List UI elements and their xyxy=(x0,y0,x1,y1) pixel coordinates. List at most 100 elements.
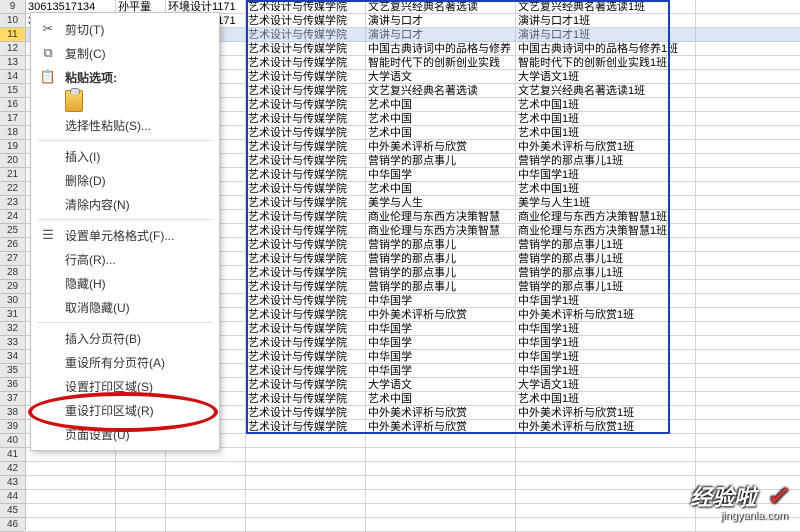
cell[interactable]: 艺术中国1班 xyxy=(516,182,696,196)
cell[interactable]: 中华国学 xyxy=(366,322,516,336)
cell[interactable] xyxy=(246,434,366,448)
cell[interactable]: 文艺复兴经典名著选读 xyxy=(366,0,516,14)
table-row[interactable] xyxy=(26,504,800,518)
cell[interactable]: 大学语文 xyxy=(366,70,516,84)
cell[interactable]: 演讲与口才 xyxy=(366,28,516,42)
cell[interactable]: 艺术中国1班 xyxy=(516,126,696,140)
cell[interactable] xyxy=(516,434,696,448)
cell[interactable]: 中华国学 xyxy=(366,336,516,350)
cell[interactable]: 营销学的那点事儿1班 xyxy=(516,154,696,168)
cell[interactable]: 中华国学1班 xyxy=(516,336,696,350)
row-header[interactable]: 33 xyxy=(0,336,25,350)
cell[interactable] xyxy=(116,504,166,518)
cell[interactable] xyxy=(516,490,696,504)
ctx-unhide[interactable]: 取消隐藏(U) xyxy=(31,295,219,319)
cell[interactable]: 中华国学1班 xyxy=(516,294,696,308)
row-header[interactable]: 39 xyxy=(0,420,25,434)
ctx-format-cells[interactable]: ☰ 设置单元格格式(F)... xyxy=(31,223,219,247)
row-header[interactable]: 25 xyxy=(0,224,25,238)
row-header[interactable]: 35 xyxy=(0,364,25,378)
cell[interactable]: 智能时代下的创新创业实践 xyxy=(366,56,516,70)
row-header[interactable]: 40 xyxy=(0,434,25,448)
row-header[interactable]: 31 xyxy=(0,308,25,322)
ctx-row-height[interactable]: 行高(R)... xyxy=(31,247,219,271)
cell[interactable]: 营销学的那点事儿1班 xyxy=(516,266,696,280)
ctx-paste-options[interactable]: 📋 粘贴选项: xyxy=(31,65,219,89)
row-header[interactable]: 42 xyxy=(0,462,25,476)
row-header[interactable]: 41 xyxy=(0,448,25,462)
cell[interactable]: 艺术设计与传媒学院 xyxy=(246,28,366,42)
row-header[interactable]: 43 xyxy=(0,476,25,490)
cell[interactable]: 艺术设计与传媒学院 xyxy=(246,266,366,280)
cell[interactable] xyxy=(366,490,516,504)
cell[interactable]: 中华国学1班 xyxy=(516,168,696,182)
cell[interactable] xyxy=(246,462,366,476)
row-header[interactable]: 36 xyxy=(0,378,25,392)
ctx-copy[interactable]: ⧉ 复制(C) xyxy=(31,41,219,65)
ctx-set-print-area[interactable]: 设置打印区域(S) xyxy=(31,374,219,398)
cell[interactable] xyxy=(366,504,516,518)
ctx-paste-special[interactable]: 选择性粘贴(S)... xyxy=(31,113,219,137)
cell[interactable]: 中外美术评析与欣赏1班 xyxy=(516,140,696,154)
ctx-reset-breaks[interactable]: 重设所有分页符(A) xyxy=(31,350,219,374)
cell[interactable]: 艺术设计与传媒学院 xyxy=(246,196,366,210)
row-header[interactable]: 28 xyxy=(0,266,25,280)
cell[interactable]: 中华国学 xyxy=(366,364,516,378)
cell[interactable]: 艺术设计与传媒学院 xyxy=(246,56,366,70)
cell[interactable]: 中国古典诗词中的品格与修养 xyxy=(366,42,516,56)
ctx-insert-page-break[interactable]: 插入分页符(B) xyxy=(31,326,219,350)
cell[interactable]: 艺术中国 xyxy=(366,98,516,112)
cell[interactable]: 营销学的那点事儿 xyxy=(366,154,516,168)
cell[interactable]: 智能时代下的创新创业实践1班 xyxy=(516,56,696,70)
cell[interactable]: 大学语文1班 xyxy=(516,70,696,84)
row-header[interactable]: 19 xyxy=(0,140,25,154)
cell[interactable] xyxy=(26,462,116,476)
table-row[interactable] xyxy=(26,462,800,476)
cell[interactable]: 艺术设计与传媒学院 xyxy=(246,392,366,406)
cell[interactable] xyxy=(516,448,696,462)
cell[interactable] xyxy=(166,462,246,476)
cell[interactable]: 艺术中国 xyxy=(366,182,516,196)
cell[interactable]: 艺术中国1班 xyxy=(516,392,696,406)
cell[interactable]: 艺术设计与传媒学院 xyxy=(246,350,366,364)
cell[interactable]: 艺术设计与传媒学院 xyxy=(246,112,366,126)
row-header[interactable]: 11 xyxy=(0,28,25,42)
row-header[interactable]: 38 xyxy=(0,406,25,420)
cell[interactable]: 艺术设计与传媒学院 xyxy=(246,280,366,294)
cell[interactable] xyxy=(116,490,166,504)
row-header[interactable]: 45 xyxy=(0,504,25,518)
cell[interactable]: 文艺复兴经典名著选读 xyxy=(366,84,516,98)
cell[interactable]: 商业伦理与东西方决策智慧1班 xyxy=(516,224,696,238)
cell[interactable]: 文艺复兴经典名著选读1班 xyxy=(516,0,696,14)
cell[interactable]: 艺术设计与传媒学院 xyxy=(246,322,366,336)
cell[interactable]: 中华国学 xyxy=(366,350,516,364)
cell[interactable] xyxy=(366,462,516,476)
cell[interactable]: 艺术设计与传媒学院 xyxy=(246,224,366,238)
cell[interactable] xyxy=(246,490,366,504)
cell[interactable]: 艺术中国1班 xyxy=(516,112,696,126)
ctx-delete[interactable]: 删除(D) xyxy=(31,168,219,192)
cell[interactable]: 艺术设计与传媒学院 xyxy=(246,98,366,112)
cell[interactable] xyxy=(516,504,696,518)
cell[interactable]: 中外美术评析与欣赏 xyxy=(366,308,516,322)
cell[interactable] xyxy=(366,448,516,462)
cell[interactable] xyxy=(166,504,246,518)
cell[interactable]: 商业伦理与东西方决策智慧 xyxy=(366,210,516,224)
cell[interactable]: 商业伦理与东西方决策智慧1班 xyxy=(516,210,696,224)
cell[interactable]: 艺术中国 xyxy=(366,112,516,126)
ctx-hide[interactable]: 隐藏(H) xyxy=(31,271,219,295)
cell[interactable]: 中外美术评析与欣赏 xyxy=(366,420,516,434)
cell[interactable] xyxy=(246,476,366,490)
cell[interactable]: 艺术设计与传媒学院 xyxy=(246,84,366,98)
cell[interactable] xyxy=(246,504,366,518)
cell[interactable]: 艺术设计与传媒学院 xyxy=(246,168,366,182)
row-header[interactable]: 26 xyxy=(0,238,25,252)
row-header[interactable]: 18 xyxy=(0,126,25,140)
cell[interactable]: 演讲与口才1班 xyxy=(516,28,696,42)
cell[interactable] xyxy=(26,476,116,490)
cell[interactable]: 营销学的那点事儿1班 xyxy=(516,280,696,294)
cell[interactable] xyxy=(246,448,366,462)
table-row[interactable] xyxy=(26,476,800,490)
cell[interactable]: 艺术设计与传媒学院 xyxy=(246,140,366,154)
row-header[interactable]: 13 xyxy=(0,56,25,70)
